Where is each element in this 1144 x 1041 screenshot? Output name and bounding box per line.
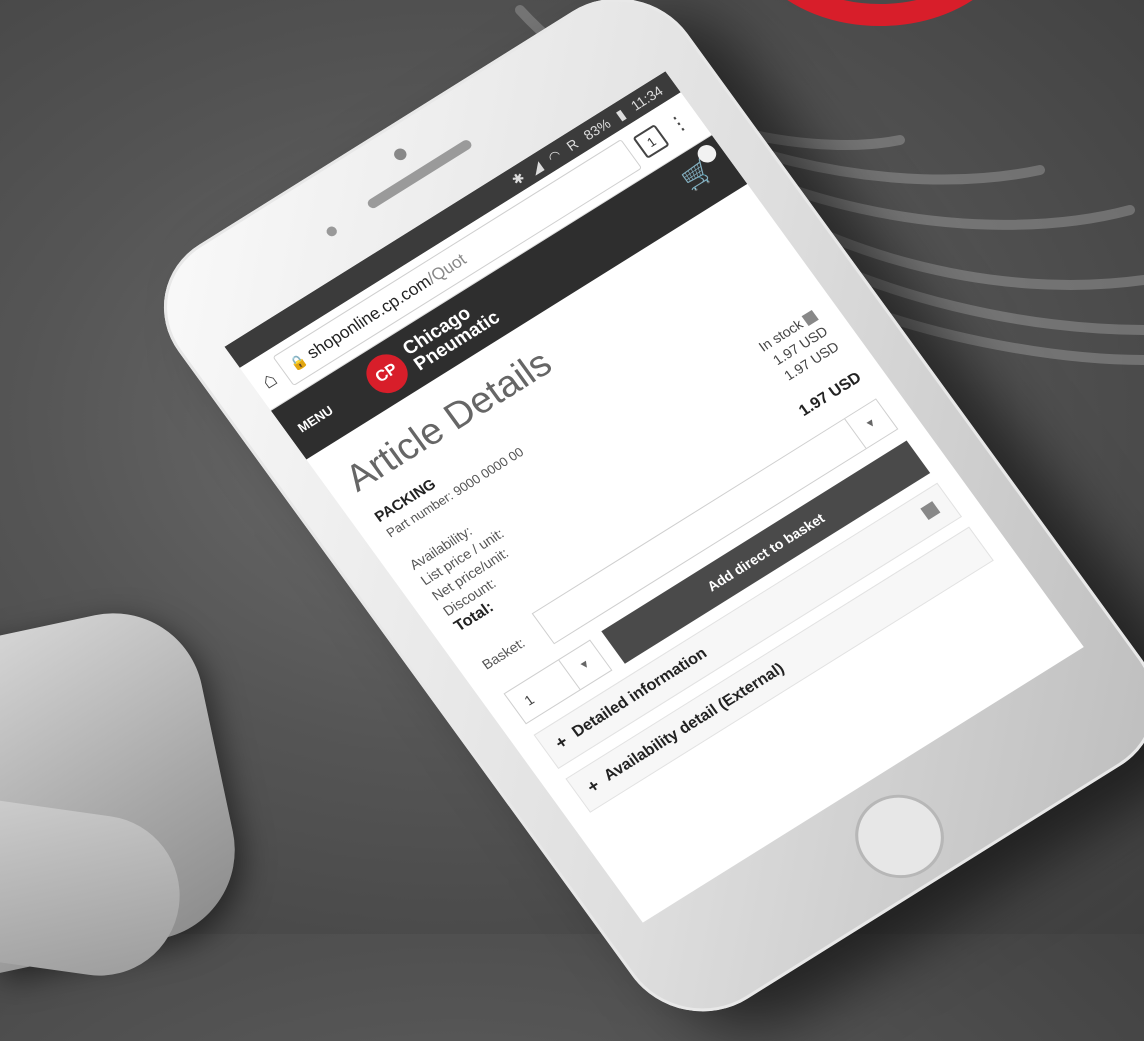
front-camera: [391, 146, 409, 163]
plus-icon: +: [550, 730, 572, 753]
chevron-down-icon[interactable]: ▼: [844, 399, 897, 449]
tab-count-button[interactable]: 1: [632, 124, 670, 159]
signal-icon: ◢: [526, 157, 546, 177]
earpiece-speaker: [365, 138, 474, 210]
proximity-sensor: [324, 224, 339, 239]
home-icon[interactable]: ⌂: [256, 366, 283, 394]
battery-icon: ▮: [612, 105, 629, 123]
menu-button[interactable]: MENU: [294, 391, 354, 434]
plus-icon: +: [582, 774, 604, 797]
more-options-icon[interactable]: ⋮: [664, 110, 694, 138]
quantity-value: 1: [521, 691, 538, 709]
signal-letter: R: [563, 135, 582, 154]
bluetooth-icon: ✱: [508, 168, 528, 188]
wifi-icon: ◠: [544, 145, 564, 166]
stock-indicator-icon: [801, 310, 819, 327]
url-path: /Quot: [423, 249, 470, 288]
brand-ring-graphic: [787, 0, 973, 26]
square-icon: [920, 501, 941, 520]
lock-icon: 🔒: [285, 350, 311, 373]
basket-label: Basket:: [478, 634, 528, 673]
